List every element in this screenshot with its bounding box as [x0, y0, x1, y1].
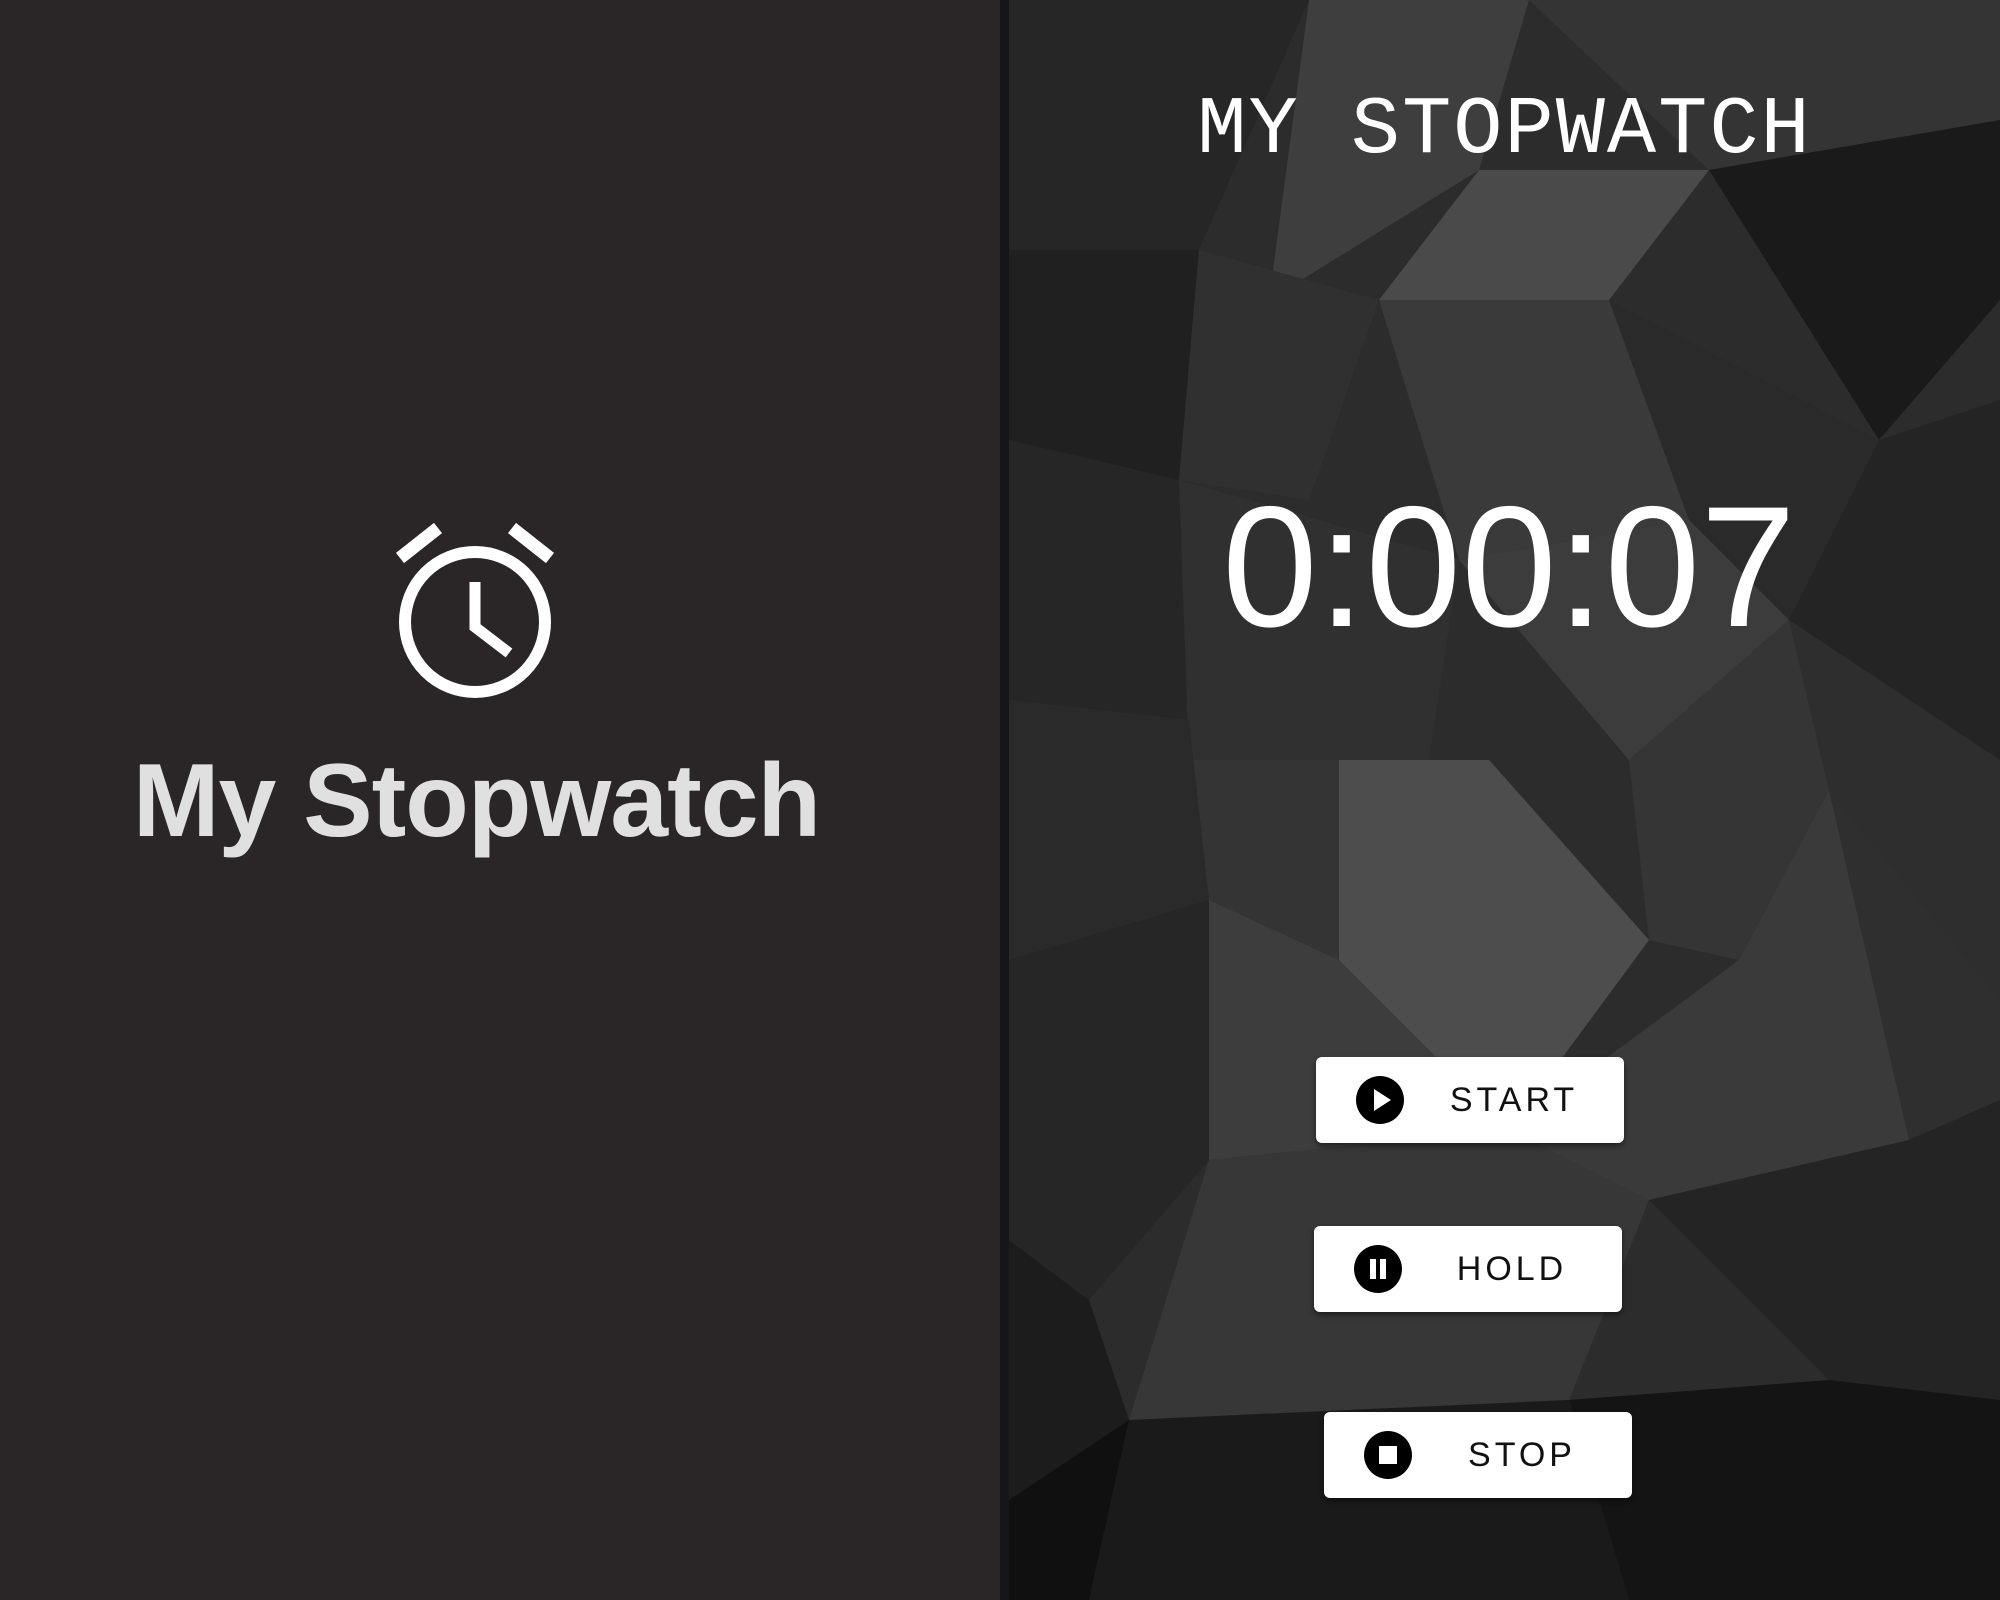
stopwatch-screen: MY STOPWATCH 0:00:07 START HOLD STOP: [1009, 0, 2000, 1600]
stop-button-label: STOP: [1468, 1436, 1576, 1474]
screen: My Stopwatch MY STOPWATCH 0:00:07 START …: [0, 0, 2000, 1600]
low-poly-background: [1009, 0, 2000, 1600]
app-title: MY STOPWATCH: [1197, 84, 1812, 177]
pause-circle-icon: [1354, 1245, 1402, 1293]
splash-title: My Stopwatch: [132, 743, 821, 859]
stop-button[interactable]: STOP: [1324, 1412, 1632, 1498]
panel-divider: [1000, 0, 1009, 1600]
stop-circle-icon: [1364, 1431, 1412, 1479]
start-button[interactable]: START: [1316, 1057, 1624, 1143]
start-button-label: START: [1449, 1081, 1579, 1119]
timer-display: 0:00:07: [1222, 471, 1796, 663]
hold-button[interactable]: HOLD: [1314, 1226, 1622, 1312]
alarm-clock-icon: [395, 522, 555, 698]
hold-button-label: HOLD: [1456, 1250, 1568, 1288]
splash-panel: My Stopwatch: [0, 0, 1000, 1600]
play-circle-icon: [1356, 1076, 1404, 1124]
